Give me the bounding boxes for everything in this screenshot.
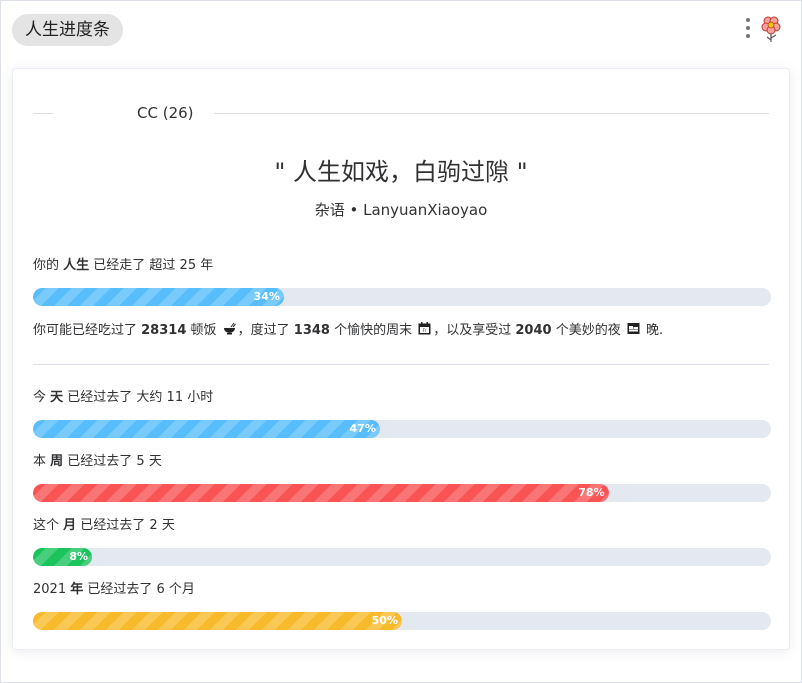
month-label: 这个 月 已经过去了 2 天 xyxy=(33,518,175,533)
top-bar: 人生进度条 xyxy=(1,1,801,61)
quote-text: " 人生如戏，白驹过隙 " xyxy=(274,158,528,186)
week-label: 本 周 已经过去了 5 天 xyxy=(33,454,162,469)
svg-text:Fr: Fr xyxy=(423,328,427,333)
day-progress-bar: 47% xyxy=(33,420,771,438)
nights-count: 2040 xyxy=(515,323,552,338)
life-progress-card: CC (26) " 人生如戏，白驹过隙 " 杂语 • LanyuanXiaoya… xyxy=(12,68,790,650)
bed-icon xyxy=(627,322,640,341)
weekends-count: 1348 xyxy=(293,323,330,338)
meals-count: 28314 xyxy=(141,323,187,338)
week-progress-fill: 78% xyxy=(33,484,609,502)
more-vertical-icon[interactable] xyxy=(742,18,754,44)
month-progress-bar: 8% xyxy=(33,548,771,566)
day-progress-percent: 47% xyxy=(349,422,376,435)
section-divider xyxy=(33,364,769,365)
divider-label: CC (26) xyxy=(137,104,194,122)
calendar-icon: Fr xyxy=(418,322,431,341)
year-progress-percent: 50% xyxy=(371,614,398,627)
life-label: 你的 人生 已经走了 超过 25 年 xyxy=(33,258,214,273)
month-progress-fill: 8% xyxy=(33,548,93,566)
content-divider: CC (26) xyxy=(33,104,769,122)
bowl-icon xyxy=(223,322,236,341)
life-progress-percent: 34% xyxy=(253,290,280,303)
life-stats: 你可能已经吃过了 28314 顿饭 ，度过了 1348 个愉快的周末 Fr ，以及… xyxy=(33,322,663,341)
year-progress-fill: 50% xyxy=(33,612,402,630)
quote-source: 杂语 • LanyuanXiaoyao xyxy=(314,201,488,219)
year-progress-bar: 50% xyxy=(33,612,771,630)
life-progress-fill: 34% xyxy=(33,288,284,306)
day-label: 今 天 已经过去了 大约 11 小时 xyxy=(33,390,214,405)
app-title: 人生进度条 xyxy=(12,14,123,46)
week-progress-percent: 78% xyxy=(578,486,605,499)
flower-icon[interactable] xyxy=(759,15,785,45)
year-label: 2021 年 已经过去了 6 个月 xyxy=(33,582,195,597)
week-progress-bar: 78% xyxy=(33,484,771,502)
day-progress-fill: 47% xyxy=(33,420,380,438)
life-progress-bar: 34% xyxy=(33,288,771,306)
month-progress-percent: 8% xyxy=(69,550,89,563)
